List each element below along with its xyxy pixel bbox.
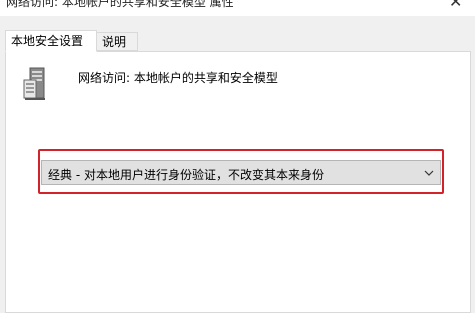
chevron-down-icon <box>424 170 434 176</box>
tab-local-security-setting[interactable]: 本地安全设置 <box>5 30 97 52</box>
tab-label: 说明 <box>102 35 127 49</box>
close-icon[interactable]: ✕ <box>449 0 462 11</box>
server-icon <box>23 67 45 100</box>
tab-label: 本地安全设置 <box>11 34 84 48</box>
window-title: 网络访问: 本地帐户的共享和安全模型 属性 <box>6 0 234 9</box>
tab-explain[interactable]: 说明 <box>96 32 138 51</box>
policy-name: 网络访问: 本地帐户的共享和安全模型 <box>78 71 278 85</box>
security-model-dropdown[interactable]: 经典 - 对本地用户进行身份验证，不改变其本来身份 <box>41 160 441 185</box>
dropdown-selected-value: 经典 - 对本地用户进行身份验证，不改变其本来身份 <box>48 168 324 182</box>
title-bar: 网络访问: 本地帐户的共享和安全模型 属性 ✕ <box>0 0 475 16</box>
